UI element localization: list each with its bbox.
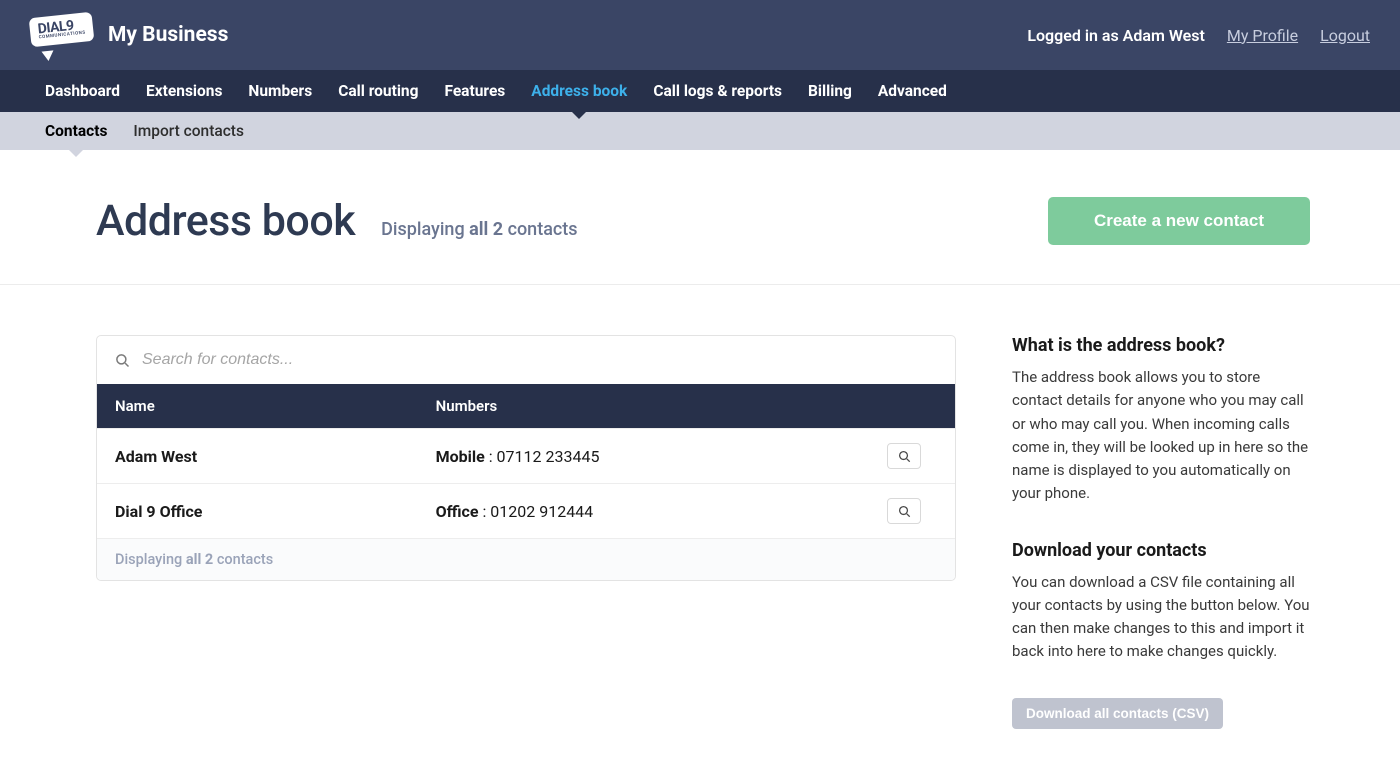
left-column: Name Numbers Adam West Mobile : 07112 23… [96,335,956,581]
contact-name[interactable]: Adam West [115,447,436,466]
contact-number: Mobile : 07112 233445 [436,447,887,466]
primary-nav: Dashboard Extensions Numbers Call routin… [0,70,1400,112]
header-left: DIAL9 COMMUNICATIONS My Business [30,15,228,55]
col-header-name: Name [115,397,436,415]
number-sep: : [485,447,497,466]
subnav-contacts[interactable]: Contacts [32,112,120,150]
side-text-2: You can download a CSV file containing a… [1012,571,1310,664]
displaying-text: Displaying all 2 contacts [381,219,577,240]
nav-call-routing[interactable]: Call routing [325,70,431,112]
sub-nav: Contacts Import contacts [0,112,1400,150]
my-profile-link[interactable]: My Profile [1227,26,1298,45]
create-contact-button[interactable]: Create a new contact [1048,197,1310,245]
search-icon [115,353,130,368]
subnav-import[interactable]: Import contacts [120,112,257,150]
number-value: 07112 233445 [497,447,600,466]
speech-tail-icon [42,50,55,61]
footer-bold: all 2 [186,551,213,568]
row-search-button[interactable] [887,443,921,469]
contact-name[interactable]: Dial 9 Office [115,502,436,521]
logout-link[interactable]: Logout [1320,26,1370,45]
side-text-1: The address book allows you to store con… [1012,366,1310,506]
business-name: My Business [108,23,228,47]
app-header: DIAL9 COMMUNICATIONS My Business Logged … [0,0,1400,70]
nav-extensions[interactable]: Extensions [133,70,235,112]
disp-bold: all 2 [469,219,503,240]
title-left: Address book Displaying all 2 contacts [96,196,578,246]
page-title: Address book [96,196,355,246]
table-row: Dial 9 Office Office : 01202 912444 [97,483,955,538]
footer-suffix: contacts [213,551,273,568]
number-value: 01202 912444 [490,502,593,521]
nav-dashboard[interactable]: Dashboard [32,70,133,112]
nav-call-logs[interactable]: Call logs & reports [640,70,795,112]
table-footer: Displaying all 2 contacts [97,538,955,580]
logged-in-label: Logged in as Adam West [1027,26,1205,45]
table-header: Name Numbers [97,384,955,428]
contact-number: Office : 01202 912444 [436,502,887,521]
search-row [97,336,955,384]
nav-features[interactable]: Features [431,70,518,112]
disp-prefix: Displaying [381,219,469,240]
number-label: Mobile [436,447,485,466]
nav-address-book[interactable]: Address book [518,70,640,112]
search-icon [898,450,911,463]
side-heading-1: What is the address book? [1012,335,1310,356]
col-header-action [887,397,937,415]
download-csv-button[interactable]: Download all contacts (CSV) [1012,698,1223,729]
nav-advanced[interactable]: Advanced [865,70,960,112]
number-sep: : [478,502,490,521]
nav-billing[interactable]: Billing [795,70,865,112]
col-header-numbers: Numbers [436,397,887,415]
main-content: Name Numbers Adam West Mobile : 07112 23… [0,285,1400,769]
right-column: What is the address book? The address bo… [1012,335,1310,729]
contacts-panel: Name Numbers Adam West Mobile : 07112 23… [96,335,956,581]
number-label: Office [436,502,479,521]
logo: DIAL9 COMMUNICATIONS [30,15,90,55]
row-search-button[interactable] [887,498,921,524]
table-row: Adam West Mobile : 07112 233445 [97,428,955,483]
logo-bubble: DIAL9 COMMUNICATIONS [29,12,95,47]
footer-prefix: Displaying [115,551,186,568]
side-heading-2: Download your contacts [1012,540,1310,561]
search-input[interactable] [142,351,937,369]
title-row: Address book Displaying all 2 contacts C… [0,150,1400,285]
nav-numbers[interactable]: Numbers [235,70,325,112]
header-right: Logged in as Adam West My Profile Logout [1027,26,1370,45]
search-icon [898,505,911,518]
disp-suffix: contacts [503,219,577,240]
